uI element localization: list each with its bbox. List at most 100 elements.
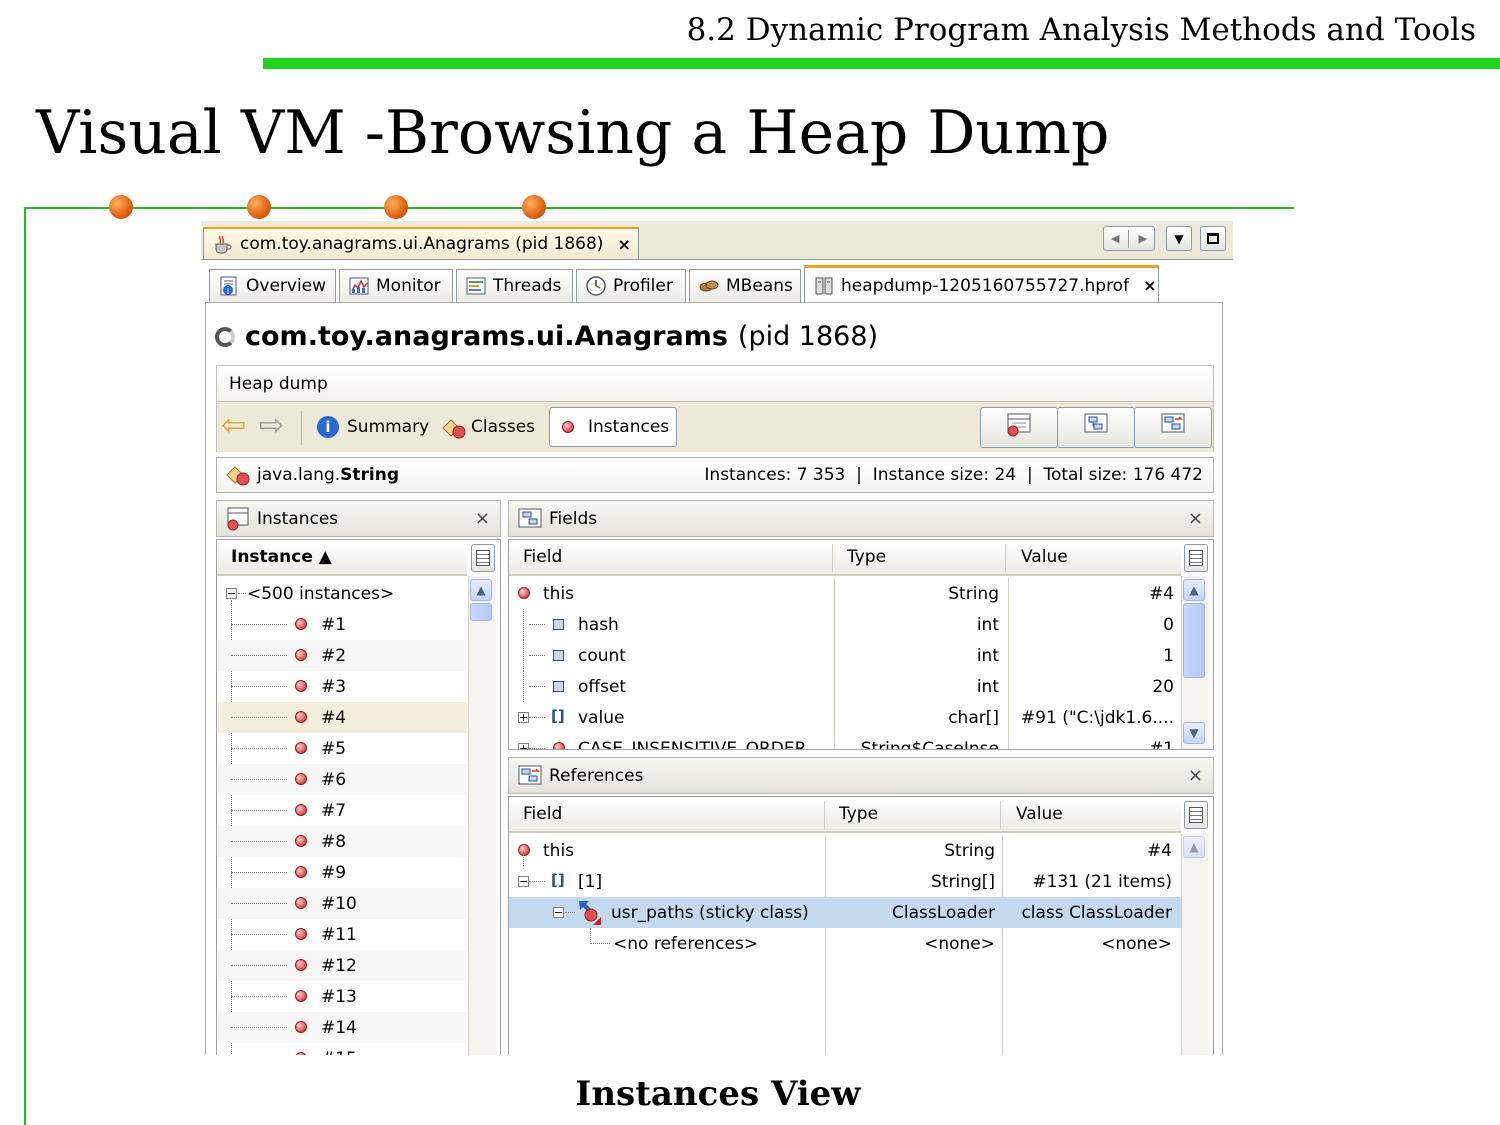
chevron-right-icon[interactable]: ▶ xyxy=(1139,232,1147,245)
instance-row[interactable]: #12 xyxy=(217,950,467,981)
toggle-instances-view-button[interactable] xyxy=(980,407,1058,448)
reference-field: <no references> xyxy=(613,933,759,954)
application-pid: (pid 1868) xyxy=(737,321,879,352)
instance-row[interactable]: #7 xyxy=(217,795,467,826)
reference-row[interactable]: − [] [1] String[] #131 (21 items) xyxy=(509,866,1181,897)
scroll-up-button[interactable]: ▲ xyxy=(1183,836,1205,858)
instance-row[interactable]: #10 xyxy=(217,888,467,919)
instances-button[interactable]: Instances xyxy=(549,407,677,447)
collapse-icon[interactable]: − xyxy=(553,907,564,918)
classes-label: Classes xyxy=(471,417,536,437)
threads-icon xyxy=(465,275,487,297)
instance-label: #1 xyxy=(321,614,347,635)
close-tab-button[interactable]: × xyxy=(617,235,630,254)
scroll-down-button[interactable]: ▼ xyxy=(1183,722,1205,744)
instance-row[interactable]: #13 xyxy=(217,981,467,1012)
toggle-references-view-button[interactable] xyxy=(1134,407,1212,448)
instance-row[interactable]: #15 xyxy=(217,1043,467,1055)
collapse-icon[interactable]: − xyxy=(226,588,237,599)
tab-heapdump[interactable]: heapdump-1205160755727.hprof × xyxy=(804,265,1159,303)
tab-overview[interactable]: i Overview xyxy=(209,269,336,302)
tab-monitor[interactable]: Monitor xyxy=(339,269,453,302)
instances-root-row[interactable]: − <500 instances> xyxy=(217,578,467,609)
scroll-tabs-buttons[interactable]: ◀ ▶ xyxy=(1103,226,1155,251)
instance-row[interactable]: #8 xyxy=(217,826,467,857)
tab-main-application[interactable]: com.toy.anagrams.ui.Anagrams (pid 1868) … xyxy=(203,227,639,259)
tab-profiler[interactable]: Profiler xyxy=(576,269,686,302)
field-type: String$CaseInse xyxy=(860,738,999,750)
instance-row[interactable]: #6 xyxy=(217,764,467,795)
instances-scrollbar[interactable]: ▲ xyxy=(468,576,496,1055)
collapse-icon[interactable]: − xyxy=(518,876,529,887)
field-row[interactable]: this String #4 xyxy=(509,578,1181,609)
instance-label: #13 xyxy=(321,986,357,1007)
toggle-fields-view-button[interactable] xyxy=(1057,407,1135,448)
field-row[interactable]: offset int 20 xyxy=(509,671,1181,702)
column-chooser-button[interactable] xyxy=(1184,801,1208,829)
chevron-left-icon[interactable]: ◀ xyxy=(1111,232,1119,245)
instance-row[interactable]: #2 xyxy=(217,640,467,671)
close-tab-button[interactable]: × xyxy=(1143,276,1156,295)
close-references-panel-button[interactable]: × xyxy=(1188,765,1203,786)
tab-mbeans[interactable]: MBeans xyxy=(689,269,801,302)
field-row[interactable]: hash int 0 xyxy=(509,609,1181,640)
maximize-button[interactable] xyxy=(1200,226,1226,251)
fields-scrollbar[interactable]: ▲ ▼ xyxy=(1181,576,1209,749)
scrollbar-thumb[interactable] xyxy=(470,603,492,621)
scroll-up-button[interactable]: ▲ xyxy=(470,579,492,601)
close-instances-panel-button[interactable]: × xyxy=(475,508,490,529)
fields-panel: Field Type Value this String #4 hash int 0 cou… xyxy=(508,539,1214,750)
tab-list-button[interactable]: ▼ xyxy=(1166,226,1192,251)
field-row[interactable]: + [] value char[] #91 ("C:\jdk1.6.... xyxy=(509,702,1181,733)
field-value: #91 ("C:\jdk1.6.... xyxy=(1020,707,1174,728)
summary-button[interactable]: i Summary xyxy=(317,413,429,441)
scrollbar-thumb[interactable] xyxy=(1183,603,1205,678)
field-row[interactable]: count int 1 xyxy=(509,640,1181,671)
reference-row[interactable]: <no references> <none> <none> xyxy=(509,928,1181,959)
field-column-header[interactable]: Field xyxy=(523,804,562,824)
field-column-header[interactable]: Field xyxy=(523,547,562,567)
reference-field: this xyxy=(543,840,575,861)
references-panel-title: References xyxy=(549,765,644,786)
loading-spinner-icon xyxy=(215,326,235,347)
instance-row[interactable]: #3 xyxy=(217,671,467,702)
type-column-header[interactable]: Type xyxy=(847,547,886,567)
reference-field: usr_paths (sticky class) xyxy=(611,902,809,923)
instance-label: #9 xyxy=(321,862,347,883)
instance-row[interactable]: #5 xyxy=(217,733,467,764)
expand-icon[interactable]: + xyxy=(518,712,529,723)
forward-arrow-icon[interactable]: ⇨ xyxy=(259,411,284,441)
instance-label: #15 xyxy=(321,1049,357,1056)
column-chooser-button[interactable] xyxy=(471,544,495,572)
value-column-header[interactable]: Value xyxy=(1016,804,1063,824)
classes-button[interactable]: Classes xyxy=(441,413,535,441)
references-panel-header: References × xyxy=(508,757,1214,794)
instance-row[interactable]: #11 xyxy=(217,919,467,950)
primitive-field-icon xyxy=(553,619,564,630)
svg-text:i: i xyxy=(227,287,229,296)
maximize-icon xyxy=(1207,233,1219,244)
back-arrow-icon[interactable]: ⇦ xyxy=(221,411,246,441)
tab-threads[interactable]: Threads xyxy=(456,269,573,302)
references-scrollbar[interactable]: ▲ xyxy=(1181,833,1209,1055)
instance-column-header[interactable]: Instance ▲ xyxy=(217,540,467,576)
value-column-header[interactable]: Value xyxy=(1021,547,1068,567)
caption: Instances View xyxy=(575,1074,861,1114)
field-name: hash xyxy=(578,614,619,635)
instance-row[interactable]: #14 xyxy=(217,1012,467,1043)
reference-row[interactable]: − usr_paths (sticky class) ClassLoader clas… xyxy=(509,897,1181,928)
instance-row[interactable]: #1 xyxy=(217,609,467,640)
instance-row[interactable]: #4 xyxy=(217,702,467,733)
frame-line-left xyxy=(24,207,26,1125)
field-value: 1 xyxy=(1163,645,1174,666)
fields-panel-icon xyxy=(517,507,543,531)
close-fields-panel-button[interactable]: × xyxy=(1188,508,1203,529)
scroll-up-button[interactable]: ▲ xyxy=(1183,579,1205,601)
classes-icon xyxy=(441,416,466,439)
instance-row[interactable]: #9 xyxy=(217,857,467,888)
field-row[interactable]: + CASE_INSENSITIVE_ORDER String$CaseInse #1 xyxy=(509,733,1181,749)
reference-row[interactable]: this String #4 xyxy=(509,835,1181,866)
expand-icon[interactable]: + xyxy=(518,743,529,749)
type-column-header[interactable]: Type xyxy=(839,804,878,824)
column-chooser-button[interactable] xyxy=(1184,544,1208,572)
